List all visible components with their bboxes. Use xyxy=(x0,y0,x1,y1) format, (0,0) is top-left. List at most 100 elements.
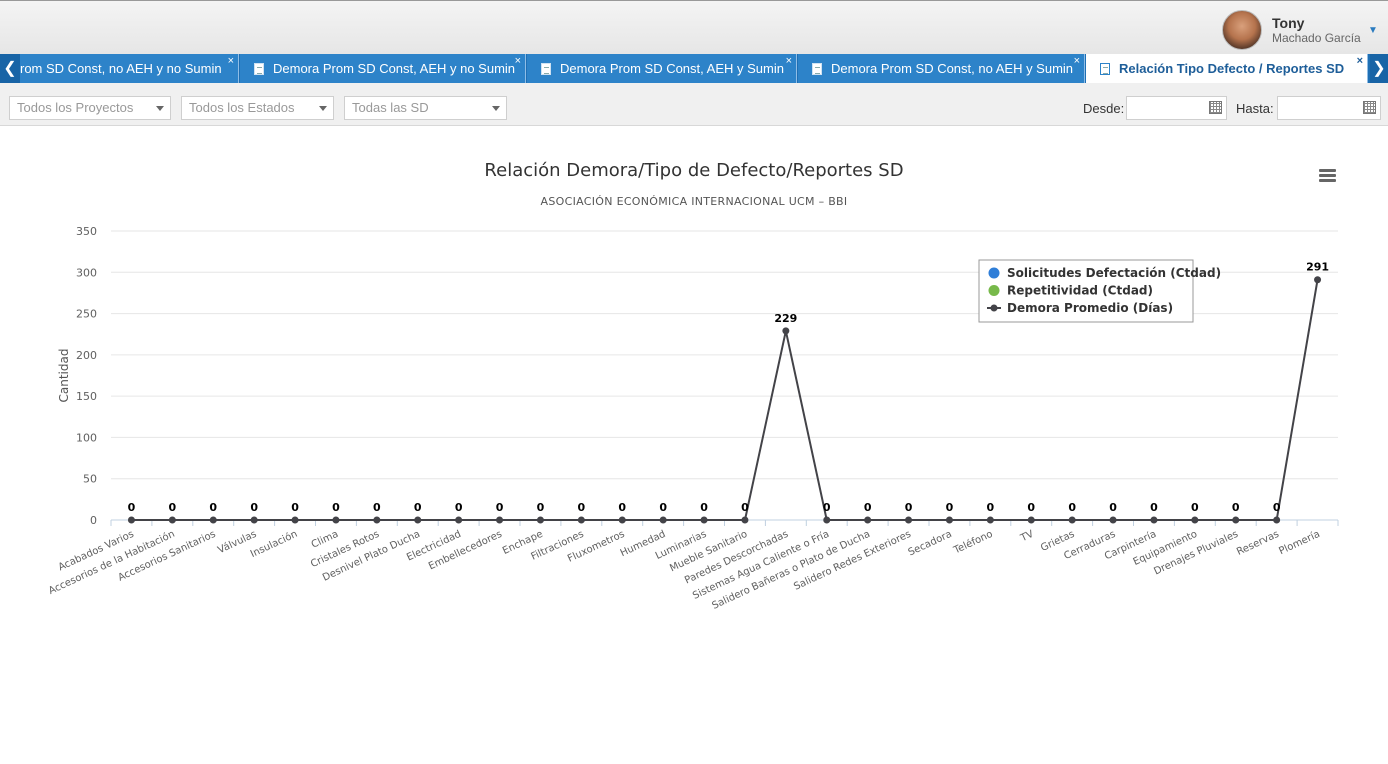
data-point xyxy=(577,516,585,524)
data-point xyxy=(1109,516,1117,524)
data-point xyxy=(536,516,544,524)
legend-marker xyxy=(988,267,1000,279)
tab-demora-no-aeh-no-sumin[interactable]: rom SD Const, no AEH y no Sumin × xyxy=(20,54,239,83)
projects-select[interactable]: Todos los Proyectos xyxy=(9,96,171,120)
tab-bar: ❮ rom SD Const, no AEH y no Sumin × Demo… xyxy=(0,54,1388,83)
data-point xyxy=(659,516,667,524)
tab-relacion-tipo-defecto[interactable]: Relación Tipo Defecto / Reportes SD × xyxy=(1086,54,1368,83)
tab-scroll-left-icon[interactable]: ❮ xyxy=(0,54,20,83)
y-tick-label: 150 xyxy=(76,390,97,403)
data-point xyxy=(127,516,135,524)
data-label: 0 xyxy=(905,501,913,514)
data-point xyxy=(782,327,790,335)
data-label: 0 xyxy=(864,501,872,514)
y-tick-label: 50 xyxy=(83,473,97,486)
data-point xyxy=(986,516,994,524)
x-tick-label: Insulación xyxy=(248,528,299,560)
data-point xyxy=(250,516,258,524)
data-point xyxy=(864,516,872,524)
data-point xyxy=(496,516,504,524)
tab-label: rom SD Const, no AEH y no Sumin xyxy=(20,61,222,76)
x-tick-label: Reservas xyxy=(1235,529,1281,558)
calendar-icon[interactable] xyxy=(1363,101,1376,114)
states-select[interactable]: Todos los Estados xyxy=(181,96,334,120)
data-label: 0 xyxy=(987,501,995,514)
from-date-input[interactable] xyxy=(1126,96,1227,120)
user-menu[interactable]: Tony Machado García ▼ xyxy=(1222,9,1388,51)
data-point xyxy=(373,516,381,524)
legend-item: Repetitividad (Ctdad) xyxy=(1007,284,1153,298)
tab-label: Demora Prom SD Const, AEH y no Sumin xyxy=(273,61,516,76)
data-point xyxy=(741,516,749,524)
close-icon[interactable]: × xyxy=(228,54,234,76)
data-label: 0 xyxy=(332,501,340,514)
chevron-down-icon xyxy=(319,106,327,111)
data-label: 0 xyxy=(1109,501,1117,514)
data-point xyxy=(905,516,913,524)
data-label: 0 xyxy=(414,501,422,514)
close-icon[interactable]: × xyxy=(786,54,792,76)
tab-demora-aeh-no-sumin[interactable]: Demora Prom SD Const, AEH y no Sumin × xyxy=(240,54,526,83)
chevron-down-icon[interactable]: ▼ xyxy=(1368,25,1378,36)
chart-menu-icon[interactable] xyxy=(1319,169,1336,183)
close-icon[interactable]: × xyxy=(1357,54,1363,76)
data-label: 0 xyxy=(537,501,545,514)
chart-container: Relación Demora/Tipo de Defecto/Reportes… xyxy=(0,127,1388,759)
data-point xyxy=(1068,516,1076,524)
data-label: 0 xyxy=(659,501,667,514)
calendar-icon[interactable] xyxy=(1209,101,1222,114)
data-point xyxy=(1314,276,1322,284)
data-label: 0 xyxy=(128,501,136,514)
data-point xyxy=(1027,516,1035,524)
data-point xyxy=(332,516,340,524)
tab-demora-no-aeh-sumin[interactable]: Demora Prom SD Const, no AEH y Sumin × xyxy=(798,54,1085,83)
close-icon[interactable]: × xyxy=(515,54,521,76)
y-axis-label: Cantidad xyxy=(57,349,71,403)
data-label: 0 xyxy=(1232,501,1240,514)
data-point xyxy=(209,516,217,524)
x-tick-label: TV xyxy=(1018,529,1035,545)
x-tick-label: Plomería xyxy=(1277,528,1322,557)
tab-demora-aeh-sumin[interactable]: Demora Prom SD Const, AEH y Sumin × xyxy=(527,54,797,83)
close-icon[interactable]: × xyxy=(1074,54,1080,76)
data-point xyxy=(1273,516,1281,524)
data-label: 0 xyxy=(578,501,586,514)
data-label: 0 xyxy=(1150,501,1158,514)
chart-title: Relación Demora/Tipo de Defecto/Reportes… xyxy=(484,160,904,181)
x-tick-label: Secadora xyxy=(907,529,954,559)
data-label: 0 xyxy=(1068,501,1076,514)
x-tick-label: Teléfono xyxy=(951,528,995,557)
data-point xyxy=(291,516,299,524)
data-label: 0 xyxy=(250,501,258,514)
data-label: 0 xyxy=(618,501,626,514)
y-tick-label: 250 xyxy=(76,308,97,321)
data-label: 0 xyxy=(1273,501,1281,514)
states-select-value: Todos los Estados xyxy=(189,100,295,115)
sd-select[interactable]: Todas las SD xyxy=(344,96,507,120)
data-label: 229 xyxy=(774,312,797,325)
data-label: 0 xyxy=(1191,501,1199,514)
y-tick-label: 200 xyxy=(76,349,97,362)
tab-scroll-right-icon[interactable]: ❯ xyxy=(1370,54,1388,83)
filter-bar: Todos los Proyectos Todos los Estados To… xyxy=(0,83,1388,126)
data-label: 0 xyxy=(823,501,831,514)
document-icon xyxy=(812,63,822,75)
document-icon xyxy=(1100,63,1110,75)
avatar xyxy=(1222,10,1262,50)
data-label: 0 xyxy=(169,501,177,514)
data-label: 0 xyxy=(1027,501,1035,514)
y-tick-label: 0 xyxy=(90,514,97,527)
projects-select-value: Todos los Proyectos xyxy=(17,100,134,115)
legend-item: Solicitudes Defectación (Ctdad) xyxy=(1007,266,1221,280)
data-label: 0 xyxy=(291,501,299,514)
data-point xyxy=(945,516,953,524)
data-point xyxy=(823,516,831,524)
data-label: 0 xyxy=(209,501,217,514)
chart-plot: 050100150200250300350CantidadAcabados Va… xyxy=(47,225,1339,612)
sd-select-value: Todas las SD xyxy=(352,100,429,115)
legend-line-marker xyxy=(990,304,998,312)
to-date-input[interactable] xyxy=(1277,96,1381,120)
chart-subtitle: ASOCIACIÓN ECONÓMICA INTERNACIONAL UCM –… xyxy=(540,195,848,208)
legend-item: Demora Promedio (Días) xyxy=(1007,301,1173,315)
tab-label: Relación Tipo Defecto / Reportes SD xyxy=(1119,61,1345,76)
